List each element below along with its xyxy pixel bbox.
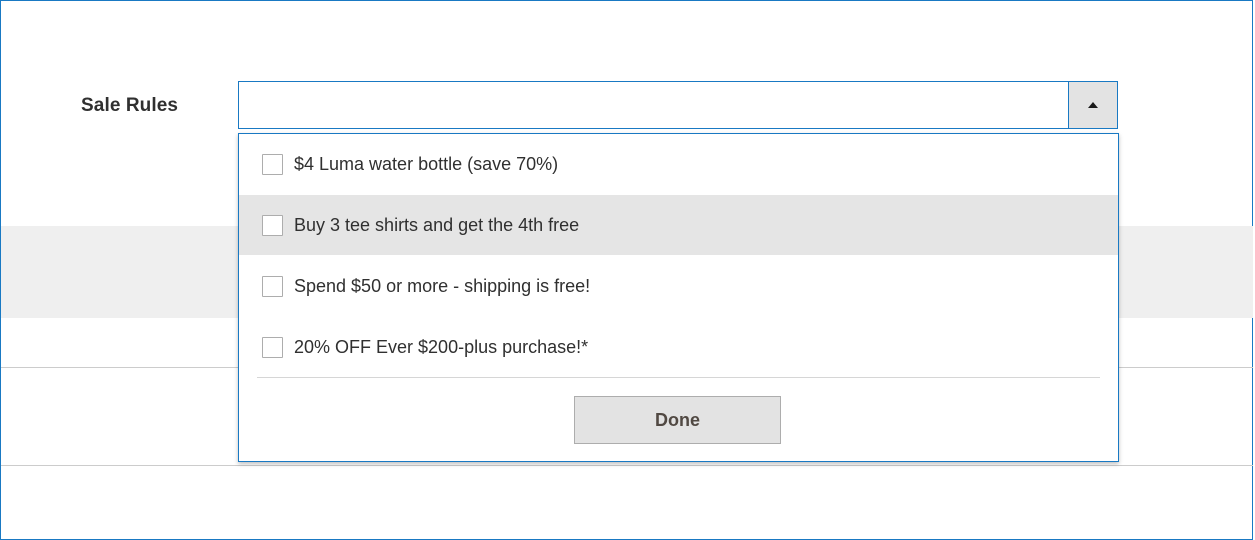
sale-rules-dropdown: $4 Luma water bottle (save 70%) Buy 3 te… (238, 133, 1119, 462)
option-checkbox[interactable] (262, 275, 283, 297)
option-label: 20% OFF Ever $200-plus purchase!* (294, 336, 589, 357)
option-label: Buy 3 tee shirts and get the 4th free (294, 214, 580, 235)
option-20-percent-off[interactable]: 20% OFF Ever $200-plus purchase!* (239, 317, 1118, 377)
done-button[interactable]: Done (574, 396, 781, 444)
option-tee-shirts[interactable]: Buy 3 tee shirts and get the 4th free (239, 195, 1118, 255)
option-checkbox[interactable] (262, 153, 283, 175)
option-label: $4 Luma water bottle (save 70%) (294, 153, 559, 174)
option-label: Spend $50 or more - shipping is free! (294, 275, 591, 296)
option-luma-water-bottle[interactable]: $4 Luma water bottle (save 70%) (239, 134, 1118, 194)
sale-rules-select[interactable] (238, 81, 1118, 129)
option-free-shipping[interactable]: Spend $50 or more - shipping is free! (239, 256, 1118, 316)
dropdown-divider (257, 377, 1100, 378)
sale-rules-label: Sale Rules (81, 95, 179, 116)
dropdown-toggle-button[interactable] (1068, 82, 1117, 128)
chevron-up-icon (1088, 102, 1098, 108)
option-checkbox[interactable] (262, 336, 283, 358)
row-divider (1, 465, 1253, 466)
option-checkbox[interactable] (262, 214, 283, 236)
